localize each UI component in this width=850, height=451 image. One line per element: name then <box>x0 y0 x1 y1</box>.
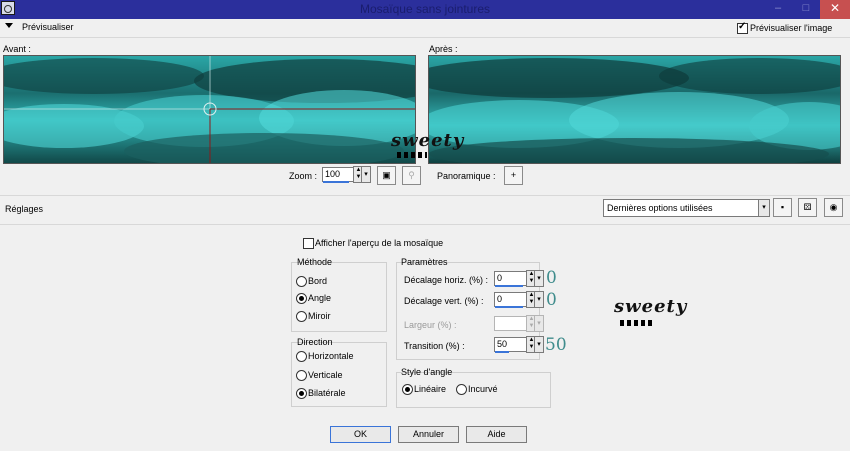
watermark-logo: sweety <box>614 296 687 326</box>
divider <box>0 195 850 196</box>
zoom-dropdown[interactable]: ▾ <box>361 166 371 183</box>
zoom-input[interactable]: 100 <box>322 167 354 182</box>
collapse-arrow-icon[interactable] <box>5 23 13 28</box>
settings-label: Réglages <box>5 204 44 214</box>
maximize-button[interactable]: □ <box>792 0 820 19</box>
direction-vertical-label[interactable]: Verticale <box>308 370 343 380</box>
direction-bilateral-radio[interactable] <box>296 388 307 399</box>
zoom-label: Zoom : <box>289 171 318 181</box>
window-title: Mosaïque sans jointures <box>359 2 491 16</box>
method-bord-label[interactable]: Bord <box>308 276 327 286</box>
h-offset-label: Décalage horiz. (%) : <box>404 275 489 285</box>
method-angle-radio[interactable] <box>296 293 307 304</box>
direction-bilateral-label[interactable]: Bilatérale <box>308 388 346 398</box>
magnifier-icon: ⚲ <box>408 170 415 180</box>
h-offset-slider[interactable] <box>495 285 523 287</box>
corner-linear-label[interactable]: Linéaire <box>414 384 446 394</box>
corner-curved-label[interactable]: Incurvé <box>468 384 498 394</box>
before-label: Avant : <box>3 44 31 54</box>
method-angle-label[interactable]: Angle <box>308 293 331 303</box>
minimize-button[interactable]: – <box>764 0 792 19</box>
direction-horizontal-radio[interactable] <box>296 351 307 362</box>
direction-title: Direction <box>297 337 333 347</box>
after-preview <box>428 55 841 164</box>
dice-icon: ⚄ <box>803 202 812 212</box>
h-offset-input[interactable]: 0 <box>494 271 528 286</box>
chevron-down-icon[interactable]: ▾ <box>758 199 770 217</box>
reset-icon: ◉ <box>829 202 838 212</box>
method-title: Méthode <box>297 257 333 267</box>
preview-header <box>0 19 850 38</box>
transition-dropdown[interactable]: ▾ <box>534 336 544 353</box>
zoom-tool-button[interactable]: ⚲ <box>402 166 421 185</box>
v-offset-dropdown[interactable]: ▾ <box>534 291 544 308</box>
direction-horizontal-label[interactable]: Horizontale <box>308 351 354 361</box>
width-dropdown: ▾ <box>534 315 544 332</box>
corner-curved-radio[interactable] <box>456 384 467 395</box>
tile-preview-checkbox[interactable] <box>303 238 314 249</box>
parameters-title: Paramètres <box>401 257 448 267</box>
annotation-v-offset: 0 <box>546 290 557 310</box>
save-preset-button[interactable]: ▪ <box>773 198 792 217</box>
annotation-transition: 50 <box>545 335 567 355</box>
width-label: Largeur (%) : <box>404 320 457 330</box>
preset-select[interactable]: Dernières options utilisées <box>603 199 770 217</box>
v-offset-input[interactable]: 0 <box>494 292 528 307</box>
v-offset-label: Décalage vert. (%) : <box>404 296 484 306</box>
corner-style-title: Style d'angle <box>401 367 453 377</box>
after-label: Après : <box>429 44 458 54</box>
pan-label: Panoramique : <box>437 171 496 181</box>
v-offset-slider[interactable] <box>495 306 523 308</box>
h-offset-dropdown[interactable]: ▾ <box>534 270 544 287</box>
help-button[interactable]: Aide <box>466 426 527 443</box>
annotation-h-offset: 0 <box>546 268 557 288</box>
before-preview[interactable] <box>3 55 416 164</box>
method-mirror-label[interactable]: Miroir <box>308 311 331 321</box>
after-sky-image <box>429 56 840 163</box>
width-input <box>494 316 528 331</box>
transition-slider[interactable] <box>495 351 509 353</box>
pan-button[interactable]: + <box>504 166 523 185</box>
reset-button[interactable]: ◉ <box>824 198 843 217</box>
transition-label: Transition (%) : <box>404 341 465 351</box>
fit-window-icon: ▣ <box>382 170 391 180</box>
save-icon: ▪ <box>780 202 785 212</box>
fit-window-button[interactable]: ▣ <box>377 166 396 185</box>
direction-vertical-radio[interactable] <box>296 370 307 381</box>
corner-linear-radio[interactable] <box>402 384 413 395</box>
before-sky-image <box>4 56 415 163</box>
preview-image-checkbox[interactable] <box>737 21 748 34</box>
preview-section-label[interactable]: Prévisualiser <box>22 22 74 32</box>
random-button[interactable]: ⚄ <box>798 198 817 217</box>
method-mirror-radio[interactable] <box>296 311 307 322</box>
zoom-slider-bar[interactable] <box>323 181 349 183</box>
tile-preview-label[interactable]: Afficher l'aperçu de la mosaïque <box>315 238 443 248</box>
ok-button[interactable]: OK <box>330 426 391 443</box>
close-button[interactable]: ✕ <box>820 0 850 19</box>
watermark-logo: sweety <box>391 130 464 158</box>
transition-input[interactable]: 50 <box>494 337 528 352</box>
method-bord-radio[interactable] <box>296 276 307 287</box>
cancel-button[interactable]: Annuler <box>398 426 459 443</box>
preview-image-label[interactable]: Prévisualiser l'image <box>750 23 832 33</box>
divider <box>0 224 850 225</box>
